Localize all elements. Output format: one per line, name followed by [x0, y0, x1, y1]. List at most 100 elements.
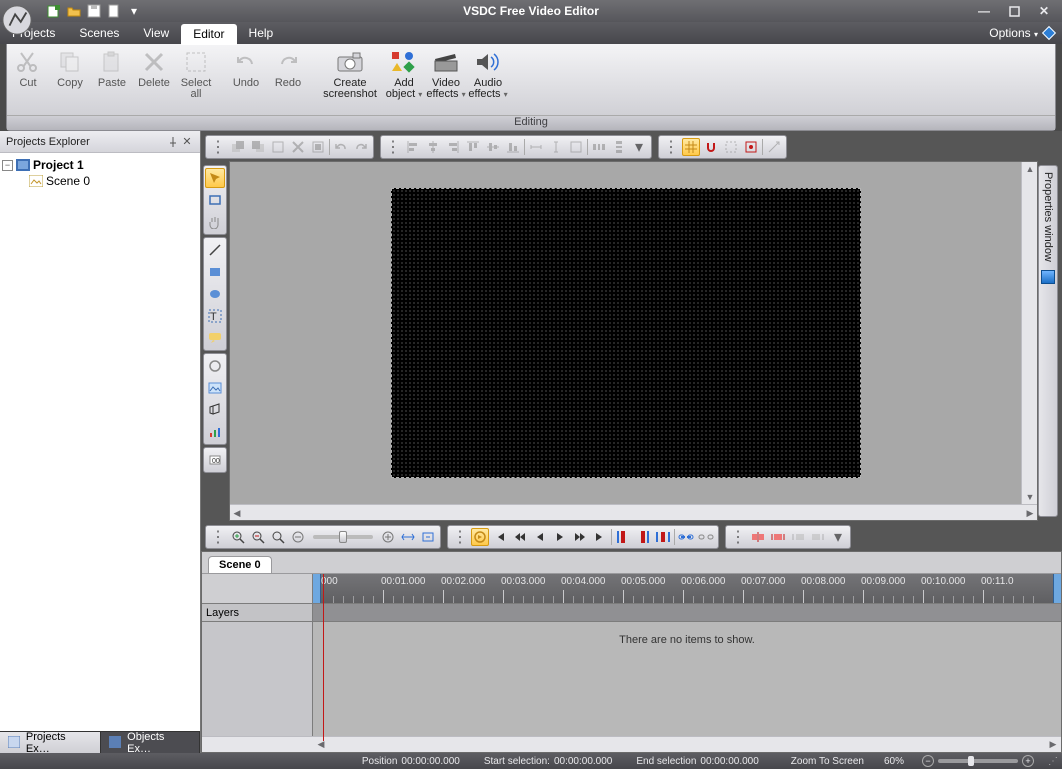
open-folder-icon[interactable] [66, 3, 82, 19]
zoom-in-button[interactable]: + [1022, 755, 1034, 767]
audio-effects-button[interactable]: Audio effects ▾ [467, 44, 509, 115]
distribute-v-icon[interactable] [610, 138, 628, 156]
fit-width-icon[interactable] [399, 528, 417, 546]
text-tool-icon[interactable]: T [205, 306, 225, 326]
tb-handle-icon[interactable]: ⋮ [384, 138, 402, 156]
add-object-button[interactable]: Add object ▾ [383, 44, 425, 115]
link-icon[interactable] [677, 528, 695, 546]
counter-tool-icon[interactable]: 00 [205, 450, 225, 470]
video-effects-button[interactable]: Video effects ▾ [425, 44, 467, 115]
safe-zone-icon[interactable] [742, 138, 760, 156]
align-center-h-icon[interactable] [424, 138, 442, 156]
align-middle-icon[interactable] [484, 138, 502, 156]
create-screenshot-button[interactable]: Create screenshot [317, 44, 383, 115]
new-project-icon[interactable] [46, 3, 62, 19]
save-icon[interactable] [86, 3, 102, 19]
zoom-in-icon[interactable] [229, 528, 247, 546]
tb-handle-icon[interactable]: ⋮ [209, 138, 227, 156]
scroll-down-icon[interactable]: ▼ [1024, 490, 1036, 504]
video-canvas[interactable] [391, 188, 861, 478]
timeline-scrollbar-h[interactable]: ◀ ▶ [202, 736, 1061, 752]
delete-button[interactable]: Delete [133, 44, 175, 115]
canvas-stage[interactable] [230, 162, 1021, 504]
zoom-fit-icon[interactable] [269, 528, 287, 546]
minimize-button[interactable]: — [976, 3, 992, 19]
maximize-button[interactable] [1006, 3, 1022, 19]
grip-icon[interactable]: ⋰ [1048, 756, 1056, 767]
crop-clip-icon[interactable] [769, 528, 787, 546]
timeline-zoom-slider[interactable] [313, 535, 373, 539]
tree-scene-node[interactable]: Scene 0 [28, 173, 198, 189]
trim-left-icon[interactable] [789, 528, 807, 546]
line-tool-icon[interactable] [205, 240, 225, 260]
ruler-start-marker[interactable] [313, 574, 321, 603]
snap-icon[interactable] [702, 138, 720, 156]
set-marker-out-icon[interactable] [634, 528, 652, 546]
same-height-icon[interactable] [547, 138, 565, 156]
qat-dropdown-icon[interactable]: ▾ [126, 3, 142, 19]
circle-tool-icon[interactable] [205, 356, 225, 376]
show-grid-icon[interactable] [682, 138, 700, 156]
sb-zoom-label[interactable]: Zoom To Screen [791, 756, 864, 767]
ellipse-shape-icon[interactable] [205, 284, 225, 304]
same-width-icon[interactable] [527, 138, 545, 156]
hand-tool-icon[interactable] [205, 212, 225, 232]
projects-tree[interactable]: − Project 1 Scene 0 [0, 153, 200, 731]
menu-options[interactable]: Options ▾ [979, 23, 1040, 43]
same-size-icon[interactable] [567, 138, 585, 156]
audio-tool-icon[interactable] [205, 400, 225, 420]
delete-item-icon[interactable] [289, 138, 307, 156]
prev-frame-icon[interactable] [531, 528, 549, 546]
trim-right-icon[interactable] [809, 528, 827, 546]
goto-start-icon[interactable] [491, 528, 509, 546]
rectangle-tool-icon[interactable] [205, 190, 225, 210]
layers-track[interactable] [313, 604, 1061, 621]
tab-projects-explorer[interactable]: Projects Ex… [0, 732, 101, 753]
split-clip-icon[interactable] [749, 528, 767, 546]
next-frame-icon[interactable] [551, 528, 569, 546]
collapse-icon[interactable]: − [2, 160, 13, 171]
paste-button[interactable]: Paste [91, 44, 133, 115]
menu-view[interactable]: View [131, 23, 181, 43]
cut-drop-icon[interactable]: ▾ [829, 528, 847, 546]
align-bottom-icon[interactable] [504, 138, 522, 156]
canvas-scrollbar-h[interactable]: ◀▶ [230, 504, 1037, 520]
zoom-slider-minus-icon[interactable] [289, 528, 307, 546]
scroll-right-icon[interactable]: ▶ [1045, 739, 1061, 750]
app-logo[interactable] [0, 0, 34, 22]
chart-tool-icon[interactable] [205, 422, 225, 442]
tooltip-tool-icon[interactable] [205, 328, 225, 348]
tracks-area[interactable]: There are no items to show. [313, 622, 1061, 736]
guides-icon[interactable] [722, 138, 740, 156]
tb-redo-icon[interactable] [352, 138, 370, 156]
tb-handle-icon[interactable]: ⋮ [729, 528, 747, 546]
unlink-icon[interactable] [697, 528, 715, 546]
align-top-icon[interactable] [464, 138, 482, 156]
timeline-scene-tab[interactable]: Scene 0 [208, 556, 272, 573]
new-document-icon[interactable] [106, 3, 122, 19]
distribute-h-icon[interactable] [590, 138, 608, 156]
undo-button[interactable]: Undo [225, 44, 267, 115]
tb-handle-icon[interactable]: ⋮ [662, 138, 680, 156]
zoom-slider-plus-icon[interactable] [379, 528, 397, 546]
image-tool-icon[interactable] [205, 378, 225, 398]
zoom-slider[interactable] [938, 759, 1018, 763]
send-back-icon[interactable] [249, 138, 267, 156]
properties-icon[interactable] [309, 138, 327, 156]
goto-end-icon[interactable] [591, 528, 609, 546]
menu-help[interactable]: Help [237, 23, 286, 43]
scroll-left-icon[interactable]: ◀ [230, 507, 244, 519]
zoom-out-icon[interactable] [249, 528, 267, 546]
scroll-left-icon[interactable]: ◀ [313, 739, 329, 750]
rewind-icon[interactable] [511, 528, 529, 546]
align-left-icon[interactable] [404, 138, 422, 156]
tb-handle-icon[interactable]: ⋮ [451, 528, 469, 546]
scroll-right-icon[interactable]: ▶ [1023, 507, 1037, 519]
snap-settings-icon[interactable] [765, 138, 783, 156]
bring-front-icon[interactable] [229, 138, 247, 156]
cut-button[interactable]: Cut [7, 44, 49, 115]
align-drop-icon[interactable]: ▾ [630, 138, 648, 156]
clear-markers-icon[interactable] [654, 528, 672, 546]
ruler-end-marker[interactable] [1053, 574, 1061, 603]
tb-undo-icon[interactable] [332, 138, 350, 156]
